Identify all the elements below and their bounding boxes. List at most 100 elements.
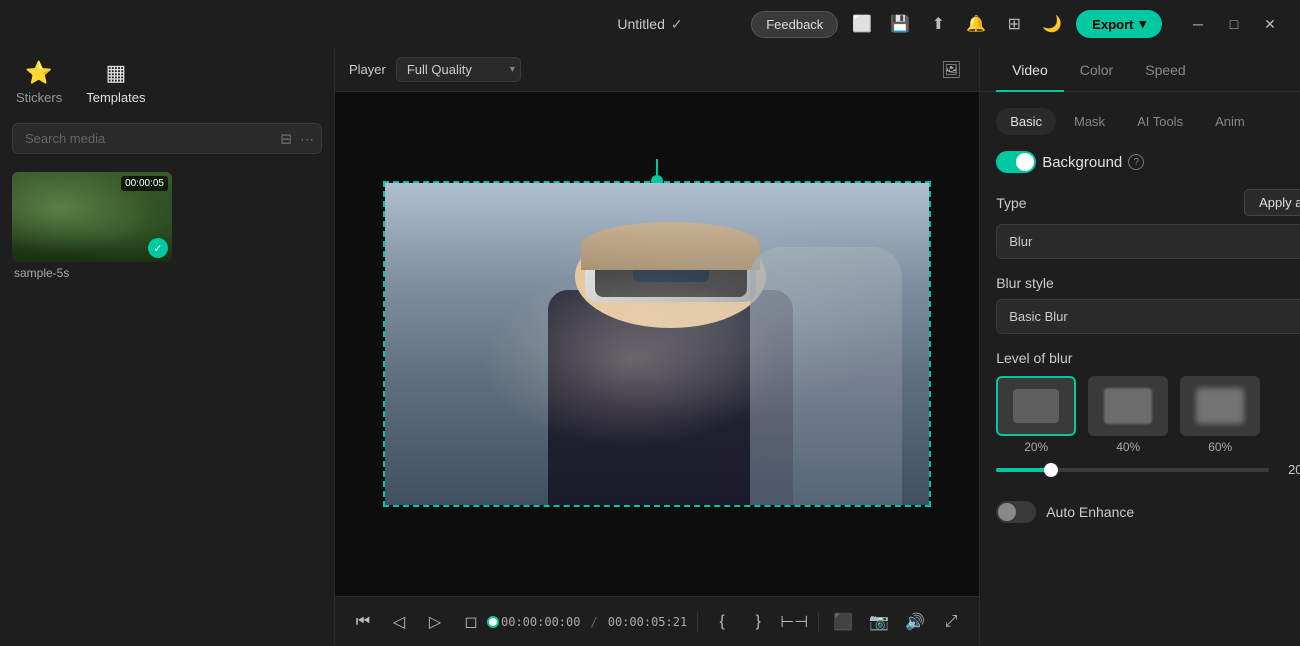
search-input[interactable] bbox=[12, 123, 322, 154]
list-item[interactable]: 00:00:05 ✓ sample-5s bbox=[12, 172, 322, 280]
templates-icon: ▦ bbox=[105, 60, 126, 86]
title-center: Untitled ✓ bbox=[617, 16, 682, 33]
type-dropdown-wrapper: Blur Color Image ▾ bbox=[996, 224, 1300, 259]
blur-pct-60: 60% bbox=[1208, 440, 1232, 454]
background-toggle-thumb bbox=[1016, 153, 1034, 171]
title-bar: Untitled ✓ Feedback ⬜ 💾 ⬆ 🔔 ⊞ 🌙 Export ▾… bbox=[0, 0, 1300, 48]
templates-label: Templates bbox=[86, 90, 145, 105]
split-button[interactable]: ⊢⊣ bbox=[780, 608, 808, 636]
center-panel: Player Full Quality Half Quality Quarter… bbox=[335, 48, 979, 646]
tab-video[interactable]: Video bbox=[996, 48, 1064, 92]
fullscreen-button[interactable]: ⤢ bbox=[937, 608, 965, 636]
blur-style-dropdown-wrapper: Basic Blur Luminous Blur Color Blur ▾ bbox=[996, 299, 1300, 334]
snapshot-button[interactable]: 📷 bbox=[865, 608, 893, 636]
auto-enhance-row: Auto Enhance ✦ bbox=[996, 493, 1300, 523]
play-button[interactable]: ▷ bbox=[421, 608, 449, 636]
media-thumbnail[interactable]: 00:00:05 ✓ bbox=[12, 172, 172, 262]
moon-icon[interactable]: 🌙 bbox=[1038, 10, 1066, 38]
save-icon[interactable]: 💾 bbox=[886, 10, 914, 38]
right-content: Basic Mask AI Tools Anim Background ? Ty… bbox=[980, 92, 1300, 539]
sub-tab-ai-tools[interactable]: AI Tools bbox=[1123, 108, 1197, 135]
media-name: sample-5s bbox=[12, 262, 322, 280]
volume-button[interactable]: 🔊 bbox=[901, 608, 929, 636]
blur-options: 20% 40% 60% bbox=[996, 376, 1300, 454]
player-bar: Player Full Quality Half Quality Quarter… bbox=[335, 48, 979, 92]
title-check-icon: ✓ bbox=[671, 16, 683, 33]
level-label: Level of blur bbox=[996, 350, 1300, 366]
tab-stickers[interactable]: ⭐ Stickers bbox=[16, 60, 62, 113]
sub-tab-mask[interactable]: Mask bbox=[1060, 108, 1119, 135]
tab-color[interactable]: Color bbox=[1064, 48, 1129, 92]
export-arrow: ▾ bbox=[1139, 16, 1146, 32]
blur-option-20: 20% bbox=[996, 376, 1076, 454]
bell-icon[interactable]: 🔔 bbox=[962, 10, 990, 38]
blur-thumb-visual-60 bbox=[1196, 388, 1244, 424]
resize-button[interactable]: ⬛ bbox=[829, 608, 857, 636]
close-button[interactable]: ✕ bbox=[1256, 10, 1284, 38]
progress-thumb[interactable] bbox=[487, 616, 499, 628]
main-layout: ⭐ Stickers ▦ Templates ⊟ ··· 00:00:05 bbox=[0, 48, 1300, 646]
upload-icon[interactable]: ⬆ bbox=[924, 10, 952, 38]
blur-slider-row: 20 % bbox=[996, 462, 1300, 477]
frame-back-button[interactable]: ◁ bbox=[385, 608, 413, 636]
background-help-icon[interactable]: ? bbox=[1128, 154, 1144, 170]
image-view-icon[interactable]: 🖼 bbox=[937, 56, 965, 84]
auto-enhance-label: Auto Enhance bbox=[1046, 504, 1300, 520]
tab-speed[interactable]: Speed bbox=[1129, 48, 1201, 92]
blur-style-label: Blur style bbox=[996, 275, 1300, 291]
grid-icon[interactable]: ⊞ bbox=[1000, 10, 1028, 38]
left-panel: ⭐ Stickers ▦ Templates ⊟ ··· 00:00:05 bbox=[0, 48, 335, 646]
quality-select[interactable]: Full Quality Half Quality Quarter Qualit… bbox=[396, 57, 521, 82]
type-row: Type Apply all bbox=[996, 189, 1300, 216]
total-time: 00:00:05:21 bbox=[608, 615, 687, 629]
feedback-button[interactable]: Feedback bbox=[751, 11, 838, 38]
right-main-tabs: Video Color Speed bbox=[980, 48, 1300, 92]
background-section: Background ? bbox=[996, 151, 1300, 173]
blur-pct-20: 20% bbox=[1024, 440, 1048, 454]
blur-slider-track[interactable] bbox=[996, 468, 1268, 472]
type-dropdown[interactable]: Blur Color Image bbox=[996, 224, 1300, 259]
video-preview bbox=[335, 92, 979, 596]
blur-slider-fill bbox=[996, 468, 1050, 472]
right-panel: Video Color Speed Basic Mask AI Tools An… bbox=[979, 48, 1300, 646]
window-controls: ─ □ ✕ bbox=[1184, 10, 1284, 38]
blur-pct-40: 40% bbox=[1116, 440, 1140, 454]
media-grid: 00:00:05 ✓ sample-5s bbox=[0, 164, 334, 288]
monitor-icon[interactable]: ⬜ bbox=[848, 10, 876, 38]
stop-button[interactable]: ◻ bbox=[457, 608, 485, 636]
blur-thumb-20[interactable] bbox=[996, 376, 1076, 436]
blur-thumb-40[interactable] bbox=[1088, 376, 1168, 436]
auto-enhance-toggle-thumb bbox=[998, 503, 1016, 521]
maximize-button[interactable]: □ bbox=[1220, 10, 1248, 38]
filter-icon[interactable]: ⊟ bbox=[280, 130, 292, 147]
type-label: Type bbox=[996, 195, 1026, 211]
controls-bar: ⏮ ◁ ▷ ◻ 00:00:00:00 / 00:00:05:21 { } ⊢⊣… bbox=[335, 596, 979, 646]
minimize-button[interactable]: ─ bbox=[1184, 10, 1212, 38]
time-separator: / bbox=[590, 615, 597, 629]
blur-slider-thumb[interactable] bbox=[1044, 463, 1058, 477]
more-icon[interactable]: ··· bbox=[300, 131, 314, 147]
export-button[interactable]: Export ▾ bbox=[1076, 10, 1162, 38]
video-overlay bbox=[385, 183, 929, 505]
step-back-button[interactable]: ⏮ bbox=[349, 608, 377, 636]
tab-templates[interactable]: ▦ Templates bbox=[86, 60, 145, 113]
auto-enhance-toggle[interactable] bbox=[996, 501, 1036, 523]
background-label-row: Background ? bbox=[996, 151, 1144, 173]
video-frame[interactable] bbox=[383, 181, 931, 507]
apply-all-button[interactable]: Apply all bbox=[1244, 189, 1300, 216]
background-toggle[interactable] bbox=[996, 151, 1036, 173]
sub-tab-anim[interactable]: Anim bbox=[1201, 108, 1259, 135]
app-title: Untitled bbox=[617, 16, 664, 32]
blur-thumb-visual-40 bbox=[1104, 388, 1152, 424]
background-label: Background bbox=[1042, 154, 1122, 171]
current-time: 00:00:00:00 bbox=[501, 615, 580, 629]
blur-option-60: 60% bbox=[1180, 376, 1260, 454]
blur-option-40: 40% bbox=[1088, 376, 1168, 454]
blur-style-dropdown[interactable]: Basic Blur Luminous Blur Color Blur bbox=[996, 299, 1300, 334]
sub-tab-basic[interactable]: Basic bbox=[996, 108, 1056, 135]
player-label: Player bbox=[349, 62, 386, 77]
mark-out-button[interactable]: } bbox=[744, 608, 772, 636]
ctrl-sep-2 bbox=[818, 612, 819, 632]
blur-thumb-60[interactable] bbox=[1180, 376, 1260, 436]
mark-in-button[interactable]: { bbox=[708, 608, 736, 636]
